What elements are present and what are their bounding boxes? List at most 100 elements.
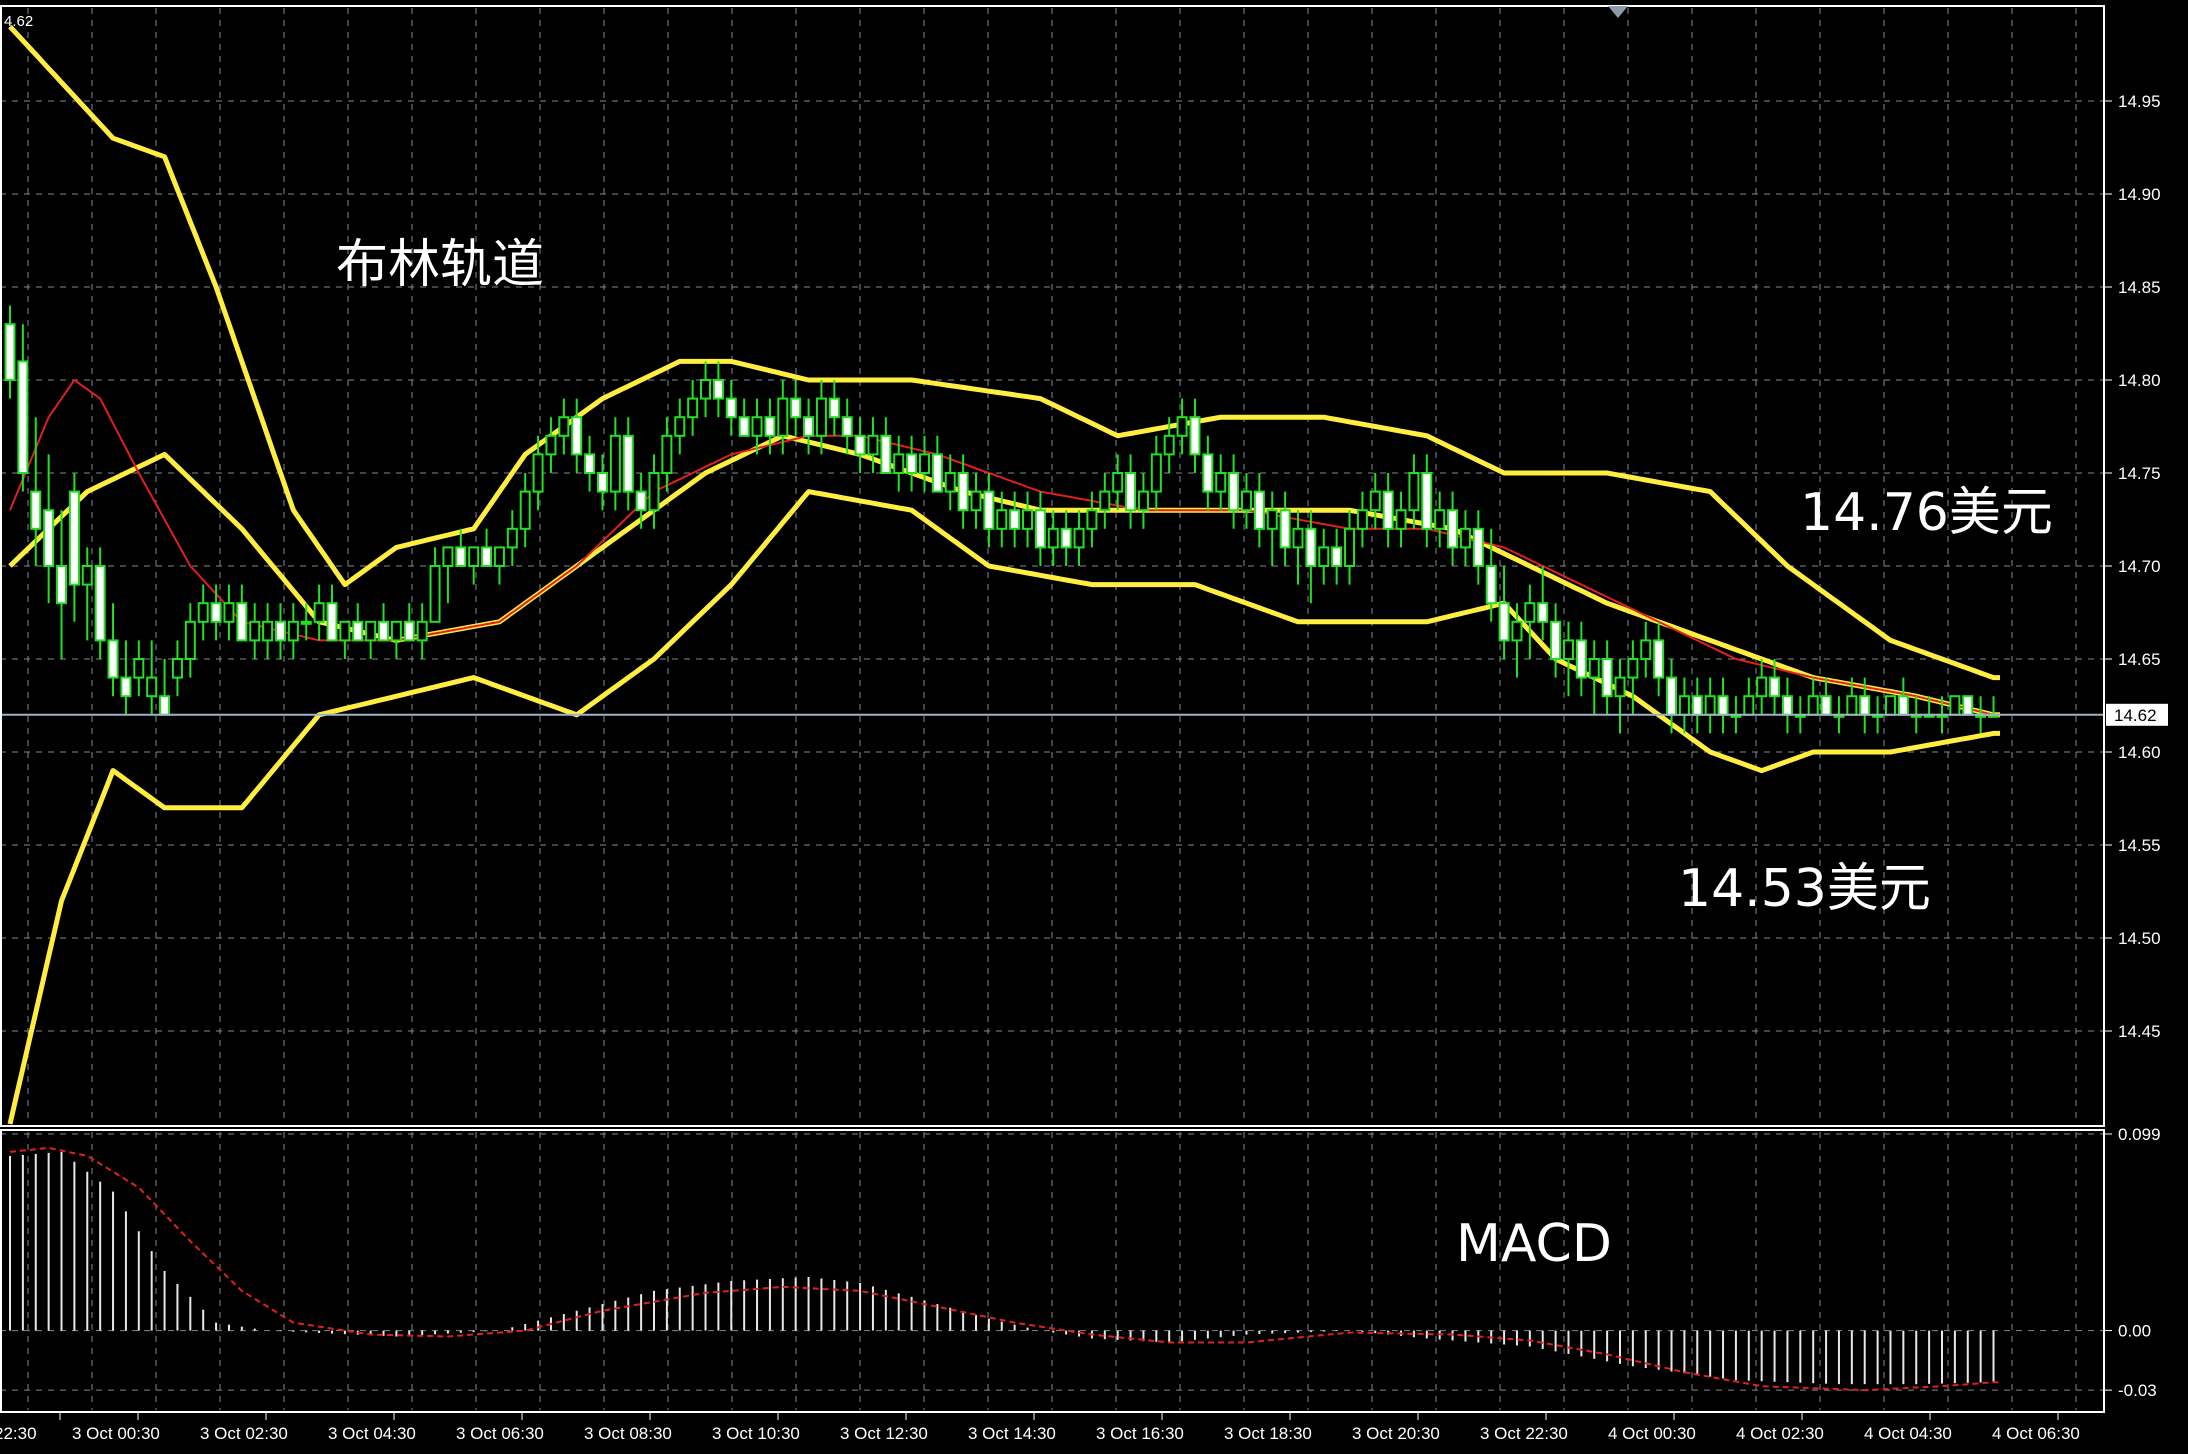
time-tick-label: 4 Oct 04:30 [1864,1424,1952,1443]
candle-body [1962,695,1974,716]
candle-body [1949,695,1961,716]
candle-body [957,472,969,512]
candle-body [622,434,634,493]
candle-body [94,565,106,642]
candle-body [1472,527,1484,567]
candle-body [171,658,183,679]
candle-body [1356,509,1368,530]
candle-body [1627,658,1639,679]
candle-body [1614,676,1626,698]
candle-body [107,639,119,679]
candle-body [1421,472,1433,530]
lower-band-label: 14.53美元 [1678,859,1931,919]
time-tick-label: 4 Oct 06:30 [1992,1424,2080,1443]
candle-body [1279,509,1291,549]
candle-body [184,620,196,660]
time-tick-label: 3 Oct 08:30 [584,1424,672,1443]
corner-price-label: 4.62 [4,13,33,30]
candle-body [429,565,441,623]
candle-body [1202,453,1214,493]
candle-body [378,620,390,642]
candle-body [1524,602,1536,623]
candle-body [416,620,428,642]
candle-body [249,620,261,642]
candle-body [1292,527,1304,549]
candle-body [1240,490,1252,512]
candle-body [648,472,660,512]
candle-body [738,416,750,437]
candle-body [43,509,55,568]
candle-body [790,397,802,419]
candle-body [983,490,995,530]
candle-body [1137,490,1149,512]
price-tick-label: 14.80 [2118,371,2161,390]
candle-body [1459,527,1471,549]
candle-body [262,620,274,642]
candle-body [1395,509,1407,530]
candle-body [1125,472,1137,512]
price-tick-label: 14.45 [2118,1022,2161,1041]
candle-body [1189,416,1201,456]
candle-body [313,602,325,623]
candle-body [1150,453,1162,493]
candle-body [493,546,505,568]
candle-body [223,602,235,623]
time-tick-label: 3 Oct 02:30 [200,1424,288,1443]
candle-body [1511,620,1523,642]
macd-title: MACD [1456,1214,1612,1274]
time-tick-label: 3 Oct 06:30 [456,1424,544,1443]
candle-body [1253,490,1265,530]
price-tick-label: 14.55 [2118,836,2161,855]
time-tick-label: 3 Oct 20:30 [1352,1424,1440,1443]
candle-body [133,658,145,679]
candle-body [661,434,673,474]
candle-body [287,620,299,642]
candle-body [1331,546,1343,568]
candle-body [1344,527,1356,567]
candle-body [30,490,42,530]
candle-body [596,472,608,493]
candle-body [1769,676,1781,698]
trading-chart[interactable]: 14.95 14.90 14.85 14.80 14.75 14.70 14.65 14.60… [0,0,2188,1454]
candle-body [1897,695,1909,716]
candle-body [880,434,892,474]
time-tick-label: 3 Oct 10:30 [712,1424,800,1443]
candle-body [674,416,686,437]
candle-body [1215,472,1227,493]
price-tick-label: 14.60 [2118,743,2161,762]
candle-body [1408,472,1420,512]
candle-body [996,509,1008,530]
candle-body [146,676,158,698]
candle-body [777,397,789,437]
candle-body [1537,602,1549,623]
candle-body [1382,490,1394,530]
candle-body [918,453,930,474]
time-tick-label: 3 Oct 14:30 [968,1424,1056,1443]
candle-body [326,602,338,642]
candle-body [944,472,956,493]
candle-body [970,490,982,512]
candle-body [1666,676,1678,716]
price-tick-label: 14.95 [2118,92,2161,111]
candle-body [841,416,853,437]
candle-body [159,695,171,716]
candle-body [803,416,815,437]
candle-body [687,397,699,419]
candle-body [481,546,493,568]
time-tick-label: 3 Oct 16:30 [1096,1424,1184,1443]
current-price-label: 14.62 [2114,706,2157,725]
candle-body [390,620,402,642]
candle-body [828,397,840,419]
candle-body [1562,639,1574,661]
candle-body [1717,695,1729,716]
candle-body [120,676,132,698]
candle-body [867,434,879,456]
candle-body [712,379,724,400]
candle-body [1073,527,1085,549]
candle-body [1846,695,1858,716]
price-tick-label: 14.65 [2118,650,2161,669]
candle-body [1022,509,1034,530]
candle-body [1498,602,1510,642]
macd-tick-label: 0.00 [2118,1322,2151,1341]
candle-body [1112,472,1124,493]
